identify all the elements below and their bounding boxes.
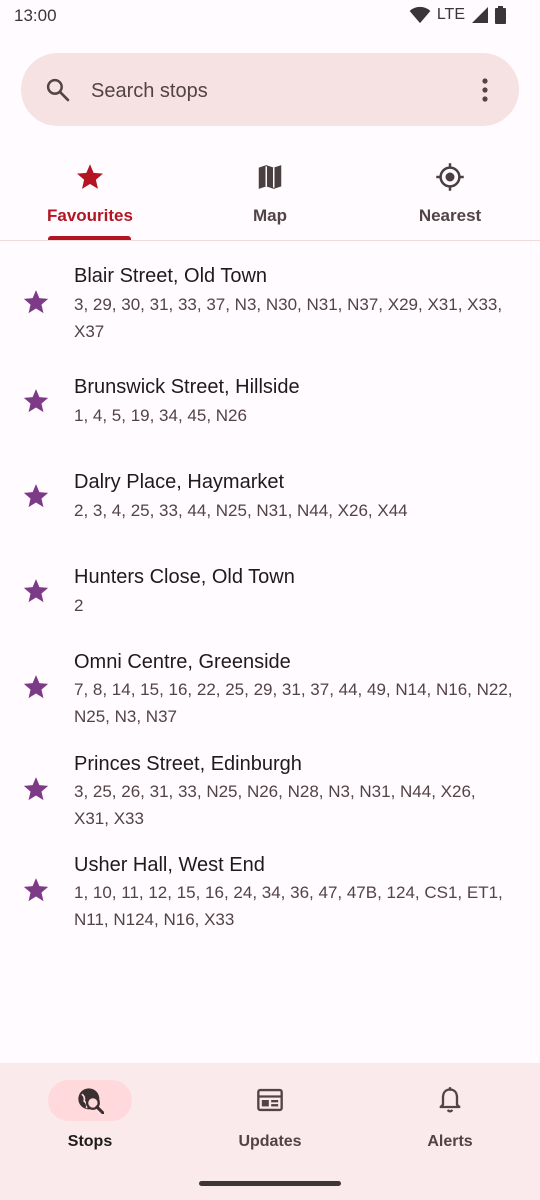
nav-label: Stops	[67, 1133, 113, 1150]
stop-services: 2, 3, 4, 25, 33, 44, N25, N31, N44, X26,…	[74, 501, 408, 520]
more-options-icon[interactable]	[473, 77, 497, 103]
list-item[interactable]: Brunswick Street, Hillside 1, 4, 5, 19, …	[0, 353, 540, 448]
stops-search-icon	[78, 1088, 104, 1114]
network-type: LTE	[436, 6, 465, 23]
stop-services: 2	[74, 596, 84, 615]
stop-name: Usher Hall, West End	[74, 854, 265, 876]
list-item[interactable]: Princes Street, Edinburgh 3, 25, 26, 31,…	[0, 740, 540, 841]
favourite-star-icon[interactable]	[22, 387, 50, 415]
stop-services: 1, 10, 11, 12, 15, 16, 24, 34, 36, 47, 4…	[74, 883, 503, 929]
location-icon	[436, 163, 464, 191]
signal-icon	[472, 7, 488, 23]
home-indicator[interactable]	[199, 1181, 341, 1186]
tab-map[interactable]: Map	[180, 150, 360, 240]
favourite-star-icon[interactable]	[22, 673, 50, 701]
list-item[interactable]: Omni Centre, Greenside 7, 8, 14, 15, 16,…	[0, 638, 540, 740]
bottom-navigation: Stops Updates Alerts	[0, 1063, 540, 1200]
status-time: 13:00	[14, 6, 57, 25]
list-item[interactable]: Blair Street, Old Town 3, 29, 30, 31, 33…	[0, 241, 540, 353]
favourite-star-icon[interactable]	[22, 288, 50, 316]
tab-nearest[interactable]: Nearest	[360, 150, 540, 240]
list-item[interactable]: Hunters Close, Old Town 2	[0, 543, 540, 638]
favourite-star-icon[interactable]	[22, 876, 50, 904]
bell-icon	[439, 1087, 461, 1113]
status-bar: 13:00 LTE	[0, 0, 540, 34]
favourite-star-icon[interactable]	[22, 775, 50, 803]
stop-name: Brunswick Street, Hillside	[74, 376, 300, 398]
stop-name: Blair Street, Old Town	[74, 265, 268, 287]
stop-name: Princes Street, Edinburgh	[74, 753, 302, 775]
wifi-icon	[409, 6, 431, 24]
favourite-star-icon[interactable]	[22, 482, 50, 510]
list-item[interactable]: Dalry Place, Haymarket 2, 3, 4, 25, 33, …	[0, 448, 540, 543]
stop-name: Dalry Place, Haymarket	[74, 471, 285, 493]
tab-label: Favourites	[47, 206, 133, 225]
search-input[interactable]	[89, 69, 463, 113]
search-bar[interactable]	[21, 53, 519, 126]
tab-favourites[interactable]: Favourites	[0, 150, 180, 240]
active-tab-indicator	[48, 236, 131, 240]
list-item[interactable]: Usher Hall, West End 1, 10, 11, 12, 15, …	[0, 841, 540, 943]
stop-name: Omni Centre, Greenside	[74, 651, 291, 673]
status-icons: LTE	[409, 6, 506, 24]
tab-label: Map	[253, 206, 287, 225]
nav-label: Updates	[238, 1133, 302, 1150]
battery-icon	[495, 6, 506, 24]
stop-services: 7, 8, 14, 15, 16, 22, 25, 29, 31, 37, 44…	[74, 680, 513, 726]
stop-services: 3, 29, 30, 31, 33, 37, N3, N30, N31, N37…	[74, 295, 503, 341]
stop-services: 1, 4, 5, 19, 34, 45, N26	[74, 406, 247, 425]
favourite-star-icon[interactable]	[22, 577, 50, 605]
stop-services: 3, 25, 26, 31, 33, N25, N26, N28, N3, N3…	[74, 782, 476, 828]
search-icon	[46, 78, 70, 102]
stop-name: Hunters Close, Old Town	[74, 566, 295, 588]
tab-label: Nearest	[418, 206, 482, 225]
updates-icon	[257, 1088, 283, 1112]
map-icon	[258, 165, 282, 189]
nav-item-stops[interactable]: Stops	[0, 1063, 180, 1173]
stops-tabs: Favourites Map Nearest	[0, 150, 540, 241]
nav-item-updates[interactable]: Updates	[180, 1063, 360, 1173]
star-icon	[77, 164, 103, 189]
nav-item-alerts[interactable]: Alerts	[360, 1063, 540, 1173]
nav-label: Alerts	[427, 1133, 473, 1150]
